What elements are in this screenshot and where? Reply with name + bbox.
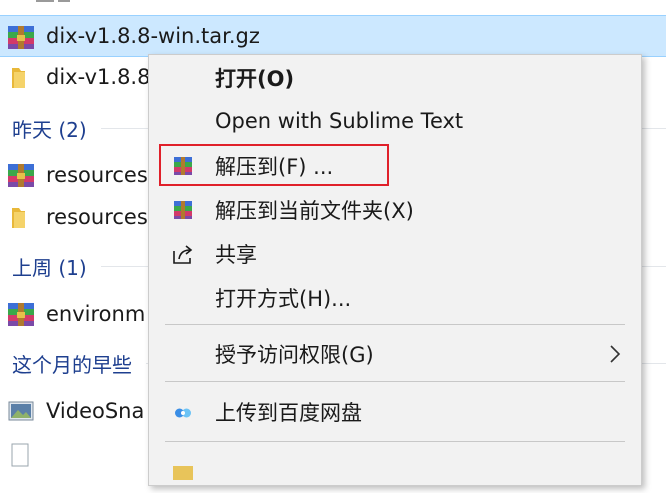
menu-item-extract-to[interactable]: 解压到(F) ...	[149, 145, 641, 187]
chevron-right-icon	[610, 345, 621, 363]
menu-separator	[165, 324, 625, 325]
group-title: 上周 (1)	[12, 255, 87, 280]
menu-item-label: 解压到当前文件夹(X)	[215, 199, 414, 223]
baidu-netdisk-icon	[175, 408, 191, 418]
menu-item-label: 共享	[215, 243, 257, 267]
winrar-icon	[174, 201, 192, 219]
menu-item-label: 打开方式(H)...	[215, 287, 352, 311]
divider	[58, 0, 70, 2]
folder-icon	[12, 68, 25, 88]
file-row-selected[interactable]: dix-v1.8.8-win.tar.gz	[0, 15, 666, 57]
archive-icon	[8, 164, 34, 187]
menu-item-upload-baidu[interactable]: 上传到百度网盘	[149, 391, 641, 433]
video-file-icon	[8, 401, 34, 421]
menu-item-partial[interactable]	[149, 451, 641, 493]
menu-item-open-with[interactable]: 打开方式(H)...	[149, 277, 641, 319]
share-icon	[173, 245, 193, 264]
context-menu: 打开(O) Open with Sublime Text 解压到(F) ... …	[148, 54, 642, 486]
file-name: dix-v1.8.8-win.tar.gz	[46, 24, 260, 48]
menu-item-label: 打开(O)	[215, 67, 295, 91]
menu-separator	[165, 381, 625, 382]
menu-item-open-with-sublime[interactable]: Open with Sublime Text	[149, 100, 641, 142]
menu-item-open[interactable]: 打开(O)	[149, 57, 641, 99]
file-name: VideoSna	[46, 399, 145, 423]
file-name: resources	[46, 205, 148, 229]
divider	[36, 0, 54, 2]
menu-separator	[165, 441, 625, 442]
file-name: dix-v1.8.8	[46, 65, 151, 89]
menu-item-label: Open with Sublime Text	[215, 109, 464, 133]
menu-item-label: 授予访问权限(G)	[215, 343, 374, 367]
folder-icon	[173, 466, 193, 480]
winrar-icon	[174, 157, 192, 175]
archive-icon	[8, 26, 34, 49]
menu-item-label: 上传到百度网盘	[215, 401, 362, 425]
archive-icon	[8, 303, 34, 326]
group-title: 昨天 (2)	[12, 117, 87, 142]
menu-item-label: 解压到(F) ...	[215, 155, 334, 179]
menu-item-share[interactable]: 共享	[149, 233, 641, 275]
group-title: 这个月的早些	[12, 352, 132, 377]
menu-item-extract-here[interactable]: 解压到当前文件夹(X)	[149, 189, 641, 231]
file-name: resources.	[46, 163, 155, 187]
file-name: environm	[46, 302, 146, 326]
folder-icon	[12, 208, 25, 228]
menu-item-grant-access[interactable]: 授予访问权限(G)	[149, 333, 641, 375]
file-icon	[11, 443, 29, 467]
list-top-edge	[0, 0, 666, 14]
